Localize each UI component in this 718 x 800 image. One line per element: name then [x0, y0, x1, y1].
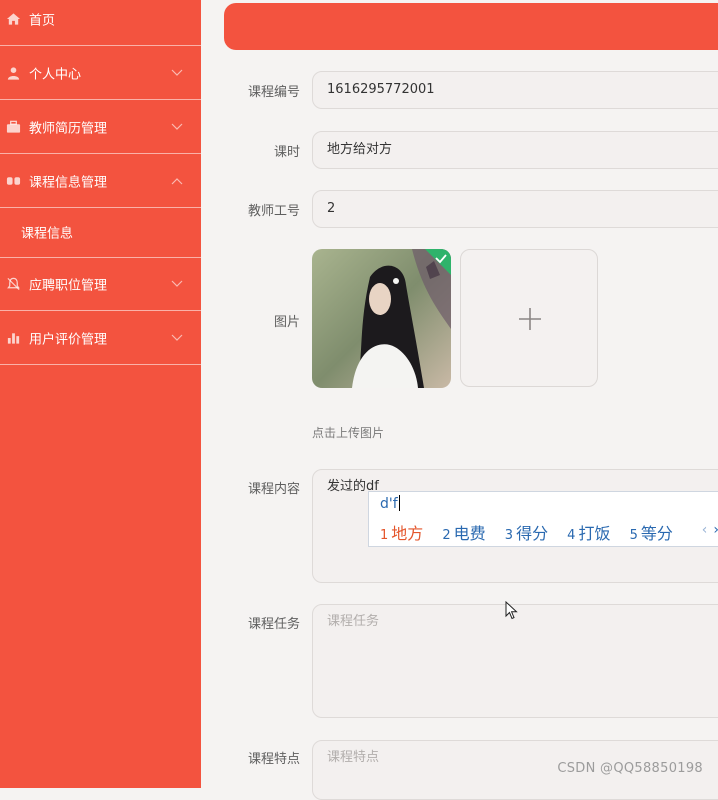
teacher-id-label: 教师工号	[247, 204, 300, 219]
course-id-input[interactable]: 1616295772001	[312, 71, 718, 109]
feature-label: 课程特点	[247, 752, 300, 767]
home-icon	[6, 12, 21, 25]
top-header-bar	[224, 3, 718, 50]
sidebar-item-home[interactable]: 首页	[0, 0, 201, 46]
chevron-right-icon[interactable]: ›	[713, 522, 718, 538]
bell-icon	[7, 277, 20, 290]
sidebar-item-course-info-management[interactable]: 课程信息管理	[0, 154, 201, 208]
chain-icon	[6, 176, 21, 185]
image-label: 图片	[273, 315, 300, 330]
task-placeholder: 课程任务	[327, 614, 380, 629]
chevron-down-icon	[171, 334, 183, 341]
chevron-left-icon[interactable]: ‹	[702, 522, 708, 538]
chevron-up-icon	[171, 177, 183, 184]
person-icon	[7, 66, 20, 80]
chevron-down-icon	[171, 69, 183, 76]
ime-composition: d'f	[380, 495, 400, 512]
uploaded-image-thumbnail[interactable]	[312, 249, 451, 388]
sidebar-item-position-management[interactable]: 应聘职位管理	[0, 257, 201, 311]
sidebar-item-personal-center[interactable]: 个人中心	[0, 46, 201, 100]
ime-candidate[interactable]: 3 得分	[505, 524, 548, 543]
briefcase-icon	[6, 120, 21, 133]
ime-page-nav[interactable]: ‹›	[702, 522, 718, 538]
content-label: 课程内容	[247, 482, 300, 497]
mouse-cursor-icon	[505, 601, 518, 620]
sidebar-subitem-course-info[interactable]: 课程信息	[0, 207, 201, 258]
sidebar-item-label: 教师简历管理	[29, 121, 108, 136]
ime-candidate-window: d'f 1地方 2电费 3得分 4打饭 5等分 ‹›	[368, 491, 718, 547]
sidebar-subitem-label: 课程信息	[21, 226, 74, 242]
task-textarea[interactable]: 课程任务	[312, 604, 718, 718]
teacher-id-input[interactable]: 2	[312, 190, 718, 228]
ime-candidate-list: 1 地方 2 电费 3 得分 4 打饭 5 等分	[380, 520, 687, 544]
ime-candidate[interactable]: 5 等分	[630, 524, 673, 543]
chevron-down-icon	[171, 123, 183, 130]
sidebar: 首页 个人中心 教师简历管理 课程信息管理 课程信息 应聘职位管理 用户评价管理	[0, 0, 201, 788]
portrait-image	[312, 249, 451, 388]
sidebar-item-resume-management[interactable]: 教师简历管理	[0, 100, 201, 154]
upload-hint: 点击上传图片	[312, 426, 385, 440]
sidebar-item-review-management[interactable]: 用户评价管理	[0, 311, 201, 365]
bar-chart-icon	[7, 332, 20, 344]
sidebar-item-label: 用户评价管理	[29, 332, 108, 347]
ime-candidate[interactable]: 1 地方	[380, 524, 423, 543]
course-id-label: 课程编号	[247, 85, 300, 100]
sidebar-item-label: 应聘职位管理	[29, 278, 108, 293]
hours-label: 课时	[273, 145, 300, 160]
chevron-down-icon	[171, 280, 183, 287]
ime-candidate[interactable]: 2 电费	[442, 524, 485, 543]
sidebar-item-label: 个人中心	[29, 67, 82, 82]
sidebar-item-label: 课程信息管理	[29, 175, 108, 190]
ime-candidate[interactable]: 4 打饭	[567, 524, 610, 543]
feature-placeholder: 课程特点	[327, 750, 380, 765]
upload-image-button[interactable]	[460, 249, 598, 387]
watermark: CSDN @QQ58850198	[557, 761, 703, 776]
sidebar-item-label: 首页	[29, 13, 56, 28]
task-label: 课程任务	[247, 617, 300, 632]
plus-icon	[519, 308, 541, 330]
hours-input[interactable]: 地方给对方	[312, 131, 718, 169]
